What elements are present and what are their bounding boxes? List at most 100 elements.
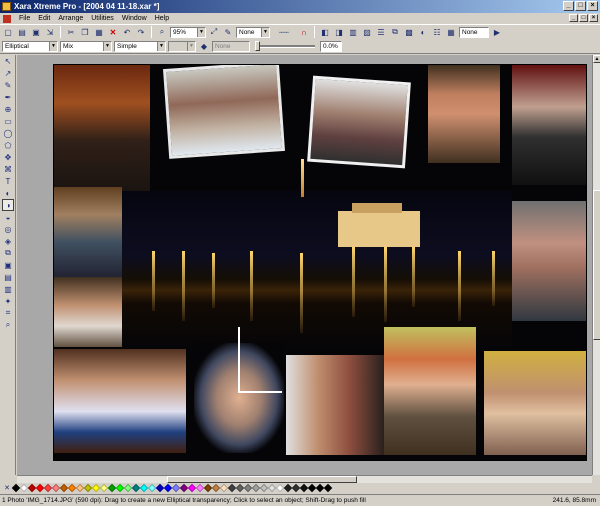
photo-woman-brown[interactable] (54, 277, 122, 347)
text-icon[interactable]: T (2, 175, 14, 187)
transparency-handle-horizontal[interactable] (238, 391, 282, 393)
workspace[interactable] (17, 55, 592, 475)
horizontal-scroll-thumb[interactable] (167, 476, 357, 483)
quickshape-icon[interactable]: ⬠ (2, 139, 14, 151)
fill-style-combo[interactable]: None (459, 26, 489, 38)
vertical-scrollbar[interactable]: ▲ (592, 55, 600, 475)
align-icon[interactable]: ☰ (375, 26, 387, 38)
menu-arrange[interactable]: Arrange (54, 13, 87, 24)
menu-file[interactable]: File (15, 13, 34, 24)
group-icon[interactable]: ▥ (347, 26, 359, 38)
paste-icon[interactable]: ▦ (93, 26, 105, 38)
line-width-combo[interactable]: None ▼ (236, 26, 270, 38)
bitmap-icon[interactable]: ▦ (445, 26, 457, 38)
new-icon[interactable]: ▢ (2, 26, 14, 38)
magnet-icon[interactable]: ∩ (298, 26, 310, 38)
close-button[interactable]: × (587, 1, 598, 11)
document-page[interactable] (53, 64, 587, 461)
separator (60, 26, 61, 38)
doc-close-button[interactable]: × (589, 14, 598, 22)
photo-woman-red-hair[interactable] (428, 65, 500, 163)
slider-thumb[interactable] (255, 40, 260, 51)
layers-icon[interactable]: ☷ (431, 26, 443, 38)
minimize-button[interactable]: _ (563, 1, 574, 11)
fill-icon[interactable]: ◐ (2, 187, 14, 199)
no-color-icon[interactable]: ✕ (2, 484, 12, 492)
photo-woman-glasses[interactable] (307, 75, 411, 169)
zoom-combo[interactable]: 95% ▼ (170, 26, 206, 38)
zoom-icon[interactable]: ⌕ (156, 26, 168, 38)
bevel-icon[interactable]: ◈ (2, 235, 14, 247)
window-title: Xara Xtreme Pro - [2004 04 11-18.xar *] (14, 2, 160, 11)
type-combo[interactable]: Mix ▼ (60, 40, 112, 52)
photo-man-bottle[interactable] (54, 187, 122, 279)
photo-woman-orange-hair[interactable] (384, 327, 476, 455)
feather-icon[interactable]: ▥ (2, 283, 14, 295)
menu-help[interactable]: Help (151, 13, 173, 24)
redo-icon[interactable]: ↷ (135, 26, 147, 38)
selector-icon[interactable]: ↖ (2, 55, 14, 67)
combine-icon[interactable]: ⧉ (389, 26, 401, 38)
contour-icon[interactable]: ◎ (2, 223, 14, 235)
menu-window[interactable]: Window (118, 13, 151, 24)
photo-group-street[interactable] (54, 65, 150, 191)
pen-icon[interactable]: ✒ (2, 91, 14, 103)
scroll-up-icon[interactable]: ▲ (593, 55, 600, 63)
rectangle-icon[interactable]: ▭ (2, 115, 14, 127)
photo-man-cup[interactable] (512, 65, 586, 185)
ellipse-icon[interactable]: ◯ (2, 127, 14, 139)
slice-icon[interactable]: ⌗ (2, 307, 14, 319)
ungroup-icon[interactable]: ▨ (361, 26, 373, 38)
maximize-button[interactable]: □ (575, 1, 586, 11)
transparency-slider[interactable] (255, 40, 315, 51)
eyedropper-icon[interactable]: ✎ (222, 26, 234, 38)
doc-restore-button[interactable]: □ (579, 14, 588, 22)
shape-combo[interactable]: Elliptical ▼ (2, 40, 58, 52)
line-style-icon[interactable]: ┄┄ (272, 26, 296, 38)
arrange-back-icon[interactable]: ◨ (333, 26, 345, 38)
menu-edit[interactable]: Edit (34, 13, 54, 24)
transparency-icon[interactable]: ◑ (2, 199, 14, 211)
color-swatch[interactable] (323, 483, 333, 493)
arrange-front-icon[interactable]: ◧ (319, 26, 331, 38)
mode-combo[interactable]: Simple ▼ (114, 40, 166, 52)
gallery-icon[interactable]: ▩ (403, 26, 415, 38)
arrow-right-icon[interactable]: ▶ (491, 26, 503, 38)
mould-icon[interactable]: ⌘ (2, 163, 14, 175)
delete-icon[interactable]: ✕ (107, 26, 119, 38)
extrude-icon[interactable]: ▣ (2, 259, 14, 271)
status-bar: 1 Photo 'IMG_1714.JPG' (590 dpi): Drag t… (0, 494, 600, 506)
document-icon[interactable] (3, 14, 11, 23)
photo-two-women[interactable] (163, 65, 285, 159)
reflection (352, 247, 355, 317)
freehand-icon[interactable]: ✎ (2, 79, 14, 91)
undo-icon[interactable]: ↶ (121, 26, 133, 38)
photo-two-women-sofa[interactable] (54, 349, 186, 453)
photo-man-profile[interactable] (286, 355, 390, 455)
envelope-icon[interactable]: ▤ (2, 271, 14, 283)
live-effects-icon[interactable]: ✦ (2, 295, 14, 307)
copy-icon[interactable]: ❐ (79, 26, 91, 38)
blank-combo[interactable]: ▼ (168, 40, 196, 52)
reflection (300, 253, 303, 333)
percent-field[interactable]: 0.0% (320, 40, 342, 52)
shape-editor-icon[interactable]: ↗ (2, 67, 14, 79)
menu-utilities[interactable]: Utilities (87, 13, 118, 24)
save-icon[interactable]: ▣ (30, 26, 42, 38)
cut-icon[interactable]: ✂ (65, 26, 77, 38)
horizontal-scrollbar[interactable] (17, 475, 592, 483)
open-icon[interactable]: ▤ (16, 26, 28, 38)
doc-minimize-button[interactable]: _ (569, 14, 578, 22)
import-icon[interactable]: ⇲ (44, 26, 56, 38)
color-edit-icon[interactable]: ◐ (417, 26, 429, 38)
zoom-tool-icon[interactable]: ⤢ (208, 26, 220, 38)
blend-icon[interactable]: ⧉ (2, 247, 14, 259)
transparency-handle-vertical[interactable] (238, 327, 240, 391)
magnify-icon[interactable]: ⌕ (2, 319, 14, 331)
shadow-icon[interactable]: ◒ (2, 211, 14, 223)
vertical-scroll-thumb[interactable] (593, 190, 600, 340)
photo-woman-blue-eyes[interactable] (484, 351, 586, 455)
zoom-tool[interactable]: ⊕ (2, 103, 14, 115)
photo-man-mustache[interactable] (512, 201, 586, 321)
push-icon[interactable]: ✥ (2, 151, 14, 163)
